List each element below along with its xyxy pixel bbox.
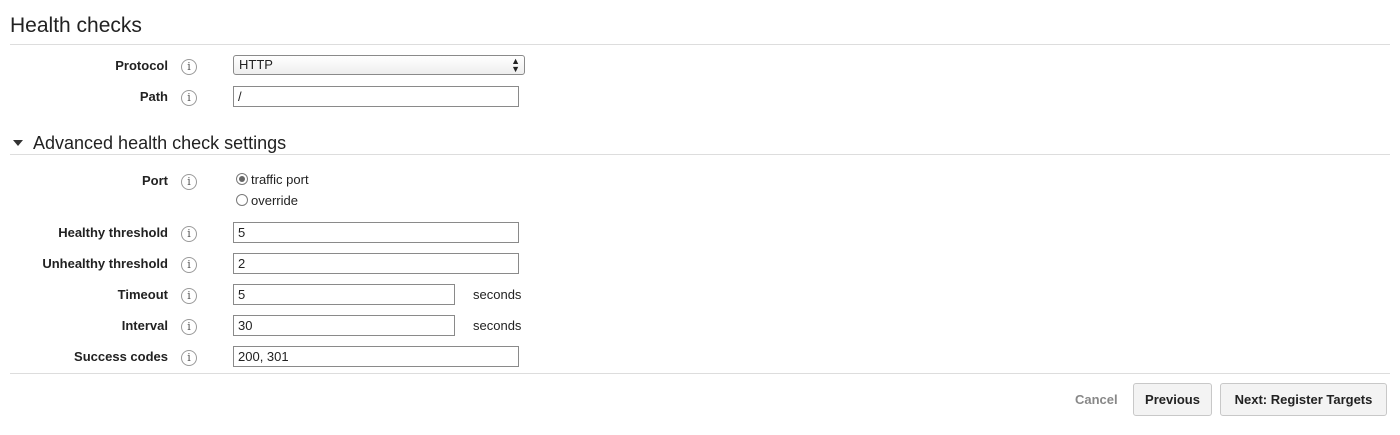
path-info-icon[interactable]: i (181, 90, 197, 106)
port-info-icon[interactable]: i (181, 174, 197, 190)
section-title: Health checks (10, 14, 142, 37)
traffic-port-radio[interactable] (236, 173, 248, 185)
success-codes-info-icon[interactable]: i (181, 350, 197, 366)
interval-info-icon[interactable]: i (181, 319, 197, 335)
protocol-info-icon[interactable]: i (181, 59, 197, 75)
unhealthy-threshold-input[interactable] (233, 253, 519, 274)
next-register-targets-button[interactable]: Next: Register Targets (1220, 383, 1387, 416)
protocol-label: Protocol (115, 58, 168, 73)
interval-input[interactable] (233, 315, 455, 336)
path-label: Path (139, 89, 168, 104)
advanced-divider (10, 154, 1390, 155)
timeout-label: Timeout (117, 287, 168, 302)
footer-divider (10, 373, 1390, 374)
timeout-unit: seconds (473, 287, 522, 302)
collapse-caret-icon[interactable] (13, 140, 23, 146)
unhealthy-threshold-info-icon[interactable]: i (181, 257, 197, 273)
timeout-input[interactable] (233, 284, 455, 305)
interval-label: Interval (121, 318, 168, 333)
override-radio[interactable] (236, 194, 248, 206)
protocol-select[interactable]: HTTP ▲ ▼ (233, 55, 525, 75)
timeout-info-icon[interactable]: i (181, 288, 197, 304)
healthy-threshold-input[interactable] (233, 222, 519, 243)
port-option-traffic-port[interactable]: traffic port (236, 172, 309, 188)
success-codes-label: Success codes (74, 349, 168, 364)
protocol-select-value: HTTP (239, 57, 273, 72)
healthy-threshold-info-icon[interactable]: i (181, 226, 197, 242)
path-input[interactable] (233, 86, 519, 107)
unhealthy-threshold-label: Unhealthy threshold (42, 256, 168, 271)
override-label: override (251, 193, 298, 208)
success-codes-input[interactable] (233, 346, 519, 367)
port-option-override[interactable]: override (236, 193, 298, 209)
cancel-button[interactable]: Cancel (1075, 392, 1118, 408)
healthy-threshold-label: Healthy threshold (58, 225, 168, 240)
select-arrows-icon: ▲ ▼ (511, 56, 520, 74)
traffic-port-label: traffic port (251, 172, 309, 187)
advanced-settings-toggle[interactable]: Advanced health check settings (33, 132, 286, 154)
section-divider (10, 44, 1390, 45)
interval-unit: seconds (473, 318, 522, 333)
previous-button[interactable]: Previous (1133, 383, 1212, 416)
port-label: Port (142, 173, 168, 188)
